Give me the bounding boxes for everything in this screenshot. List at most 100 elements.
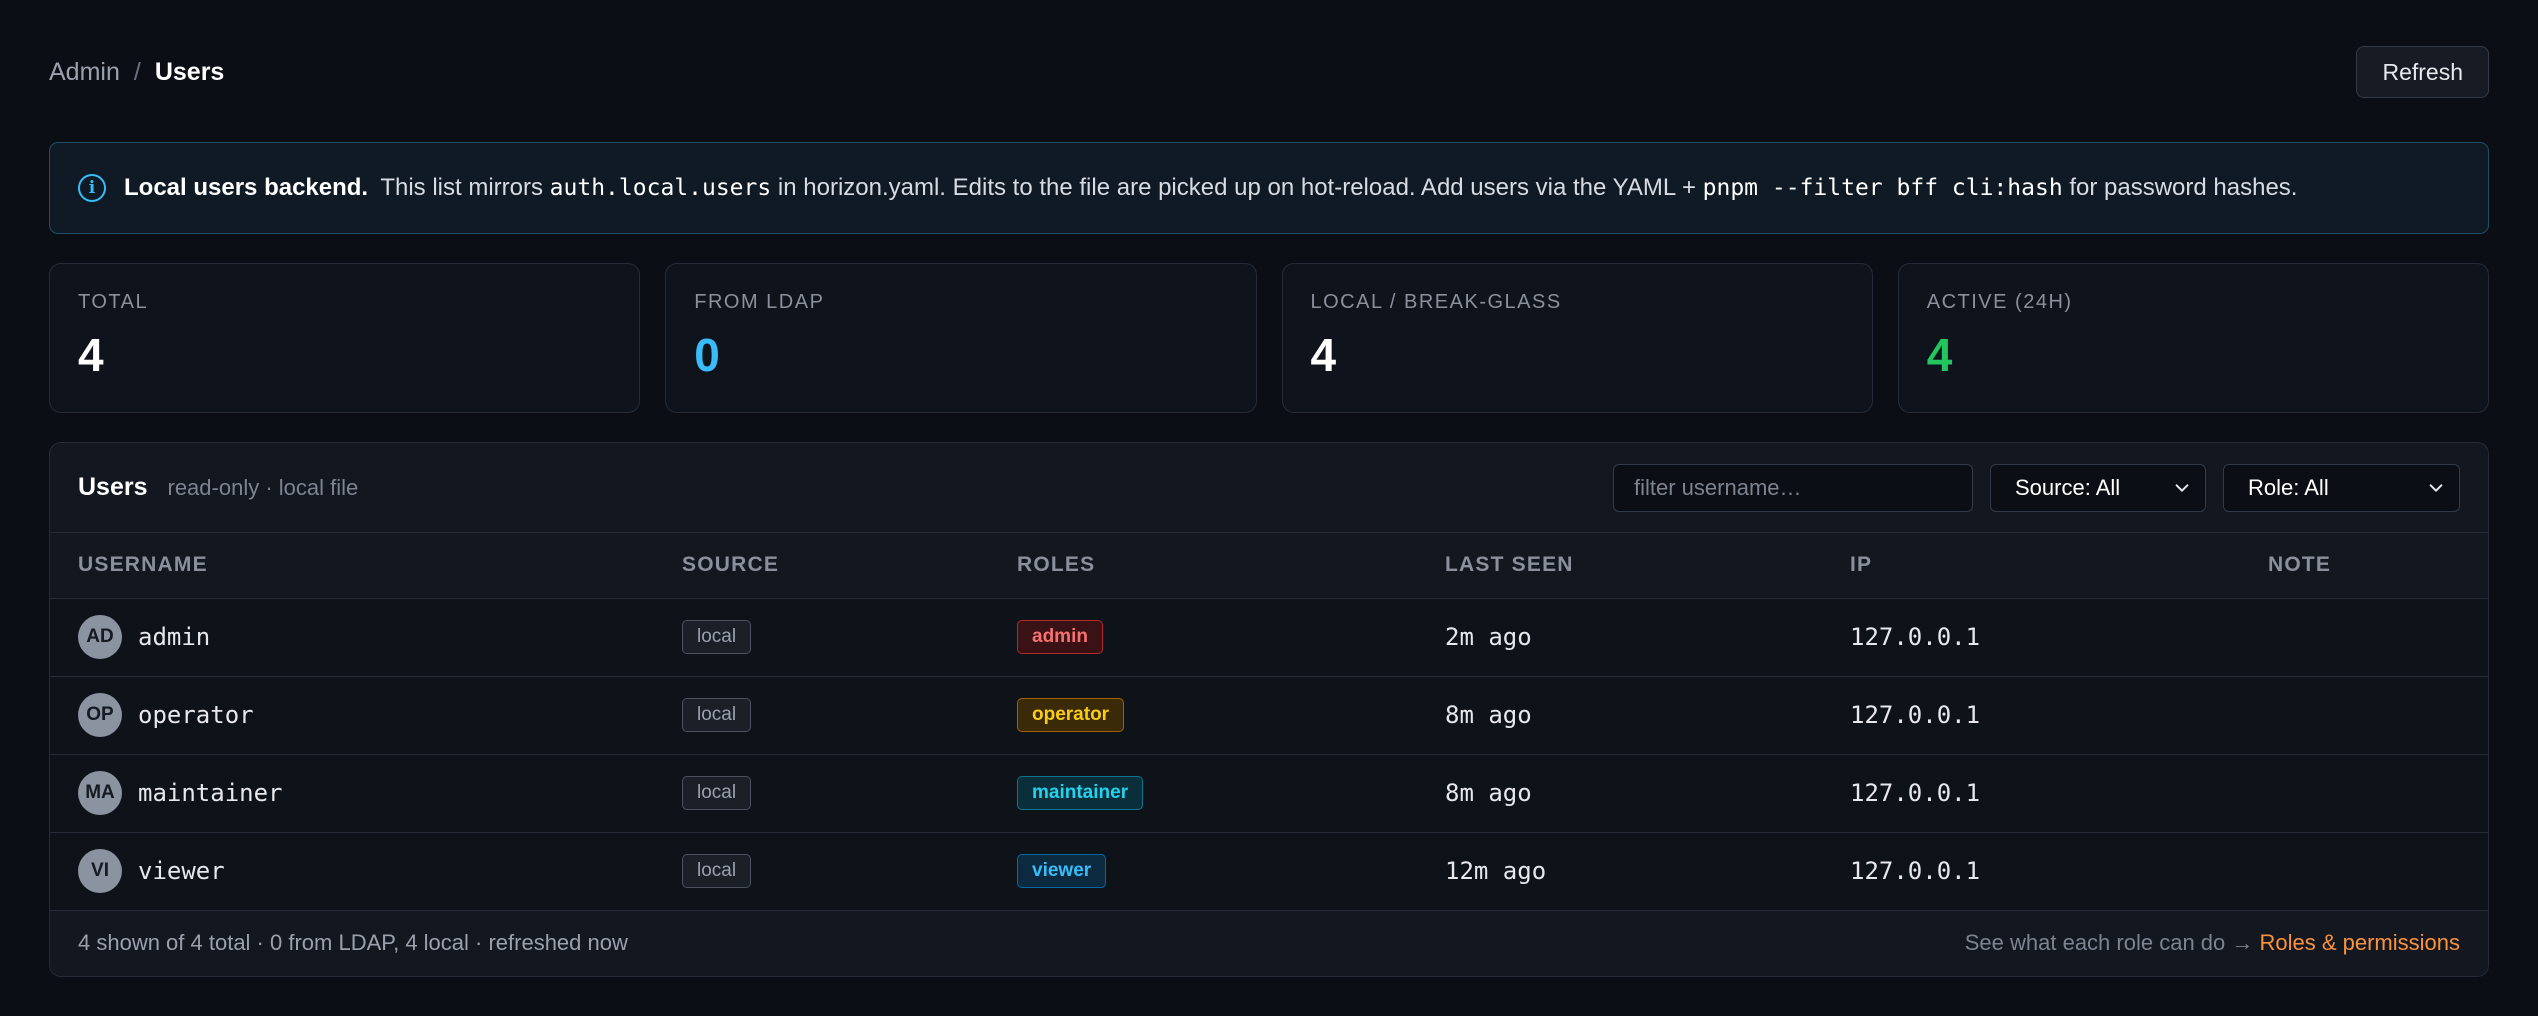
source-select-value: Source: All	[2015, 474, 2121, 500]
last-seen: 12m ago	[1445, 857, 1547, 885]
column-header-source[interactable]: SOURCE	[682, 533, 1017, 599]
chevron-down-icon	[2429, 483, 2443, 492]
footer-hint-group: See what each role can do → Roles & perm…	[1965, 930, 2460, 956]
ip-address: 127.0.0.1	[1850, 623, 1981, 651]
source-badge: local	[682, 776, 752, 810]
panel-title: Users	[78, 473, 148, 501]
ip-cell: 127.0.0.1	[1850, 754, 2268, 833]
banner-code-config-key: auth.local.users	[549, 175, 772, 201]
column-header-last-seen[interactable]: LAST SEEN	[1445, 533, 1850, 599]
role-badge: admin	[1017, 620, 1103, 654]
stat-label: TOTAL	[78, 291, 149, 313]
column-header-note[interactable]: NOTE	[2268, 533, 2488, 599]
page-title: Users	[154, 57, 225, 86]
avatar: AD	[78, 615, 122, 659]
breadcrumb-admin[interactable]: Admin	[49, 58, 120, 87]
stat-card-local: LOCAL / BREAK-GLASS 4	[1281, 263, 1873, 413]
banner-text-3: for password hashes.	[2062, 174, 2298, 201]
stat-value: 0	[694, 329, 720, 381]
last-seen: 8m ago	[1445, 779, 1532, 807]
ip-address: 127.0.0.1	[1850, 701, 1981, 729]
source-cell: local	[682, 754, 1017, 833]
table-controls: Source: All Role: All	[1613, 463, 2460, 512]
filter-username-input[interactable]	[1613, 463, 1973, 512]
info-banner: i Local users backend. This list mirrors…	[49, 142, 2489, 234]
role-badge: viewer	[1017, 854, 1107, 888]
stat-card-active: ACTIVE (24H) 4	[1897, 263, 2489, 413]
username-cell: VI viewer	[50, 832, 682, 911]
last-seen: 8m ago	[1445, 701, 1532, 729]
source-badge: local	[682, 698, 752, 732]
role-badge: operator	[1017, 698, 1125, 732]
last-seen-cell: 2m ago	[1445, 598, 1850, 677]
users-panel: Users read-only · local file Source: All…	[49, 442, 2489, 977]
stat-label: FROM LDAP	[694, 291, 825, 313]
column-header-ip[interactable]: IP	[1850, 533, 2268, 599]
username: admin	[138, 623, 211, 651]
users-table: USERNAME SOURCE ROLES LAST SEEN IP NOTE …	[50, 533, 2488, 911]
table-header-row: USERNAME SOURCE ROLES LAST SEEN IP NOTE	[50, 533, 2488, 599]
ip-cell: 127.0.0.1	[1850, 598, 2268, 677]
ip-cell: 127.0.0.1	[1850, 832, 2268, 911]
source-cell: local	[682, 676, 1017, 755]
stat-label: ACTIVE (24H)	[1926, 291, 2073, 313]
table-row[interactable]: MA maintainer local maintainer 8m ago 12…	[50, 754, 2488, 833]
role-badge: maintainer	[1017, 776, 1144, 810]
roles-cell: operator	[1017, 676, 1445, 755]
username-cell: MA maintainer	[50, 754, 682, 833]
page-header: Admin / Users Refresh	[49, 0, 2489, 142]
roles-cell: maintainer	[1017, 754, 1445, 833]
users-page: Admin / Users Refresh i Local users back…	[0, 0, 2538, 1016]
username: maintainer	[138, 779, 283, 807]
stat-cards: TOTAL 4 FROM LDAP 0 LOCAL / BREAK-GLASS …	[49, 263, 2489, 413]
source-badge: local	[682, 620, 752, 654]
footer-summary: 4 shown of 4 total · 0 from LDAP, 4 loca…	[78, 930, 628, 955]
footer-hint: See what each role can do →	[1964, 930, 2260, 955]
chevron-down-icon	[2175, 483, 2189, 492]
roles-cell: viewer	[1017, 832, 1445, 911]
source-badge: local	[682, 854, 752, 888]
table-row[interactable]: OP operator local operator 8m ago 127.0.…	[50, 676, 2488, 755]
panel-header: Users read-only · local file Source: All…	[50, 443, 2488, 533]
ip-address: 127.0.0.1	[1850, 779, 1981, 807]
banner-text-2: in horizon.yaml. Edits to the file are p…	[771, 174, 1703, 201]
source-cell: local	[682, 832, 1017, 911]
source-select[interactable]: Source: All	[1990, 463, 2206, 512]
column-header-roles[interactable]: ROLES	[1017, 533, 1445, 599]
roles-permissions-link[interactable]: Roles & permissions	[2259, 930, 2460, 955]
breadcrumb: Admin / Users	[49, 58, 224, 87]
stat-label: LOCAL / BREAK-GLASS	[1310, 291, 1562, 313]
last-seen-cell: 8m ago	[1445, 676, 1850, 755]
stat-card-total: TOTAL 4	[49, 263, 641, 413]
note-cell	[2268, 832, 2488, 911]
last-seen-cell: 8m ago	[1445, 754, 1850, 833]
note-cell	[2268, 754, 2488, 833]
ip-cell: 127.0.0.1	[1850, 676, 2268, 755]
username-cell: OP operator	[50, 676, 682, 755]
table-row[interactable]: VI viewer local viewer 12m ago 127.0.0.1	[50, 832, 2488, 911]
column-header-username[interactable]: USERNAME	[50, 533, 682, 599]
refresh-button[interactable]: Refresh	[2356, 46, 2489, 98]
stat-value: 4	[1926, 329, 1953, 381]
table-row[interactable]: AD admin local admin 2m ago 127.0.0.1	[50, 598, 2488, 677]
last-seen: 2m ago	[1445, 623, 1532, 651]
ip-address: 127.0.0.1	[1850, 857, 1981, 885]
avatar: MA	[78, 771, 122, 815]
breadcrumb-separator: /	[133, 57, 141, 86]
panel-footer: 4 shown of 4 total · 0 from LDAP, 4 loca…	[50, 910, 2488, 976]
avatar: VI	[78, 849, 122, 893]
stat-value: 4	[78, 329, 104, 381]
panel-subtitle: read-only · local file	[167, 475, 359, 500]
stat-value: 4	[1310, 329, 1337, 381]
source-cell: local	[682, 598, 1017, 677]
banner-text-1: This list mirrors	[374, 174, 550, 201]
role-select[interactable]: Role: All	[2223, 463, 2460, 512]
username: viewer	[138, 857, 225, 885]
role-select-value: Role: All	[2248, 474, 2329, 500]
username-cell: AD admin	[50, 598, 682, 677]
panel-title-group: Users read-only · local file	[78, 473, 358, 502]
banner-code-command: pnpm --filter bff cli:hash	[1702, 175, 2063, 201]
username: operator	[138, 701, 254, 729]
note-cell	[2268, 676, 2488, 755]
roles-cell: admin	[1017, 598, 1445, 677]
